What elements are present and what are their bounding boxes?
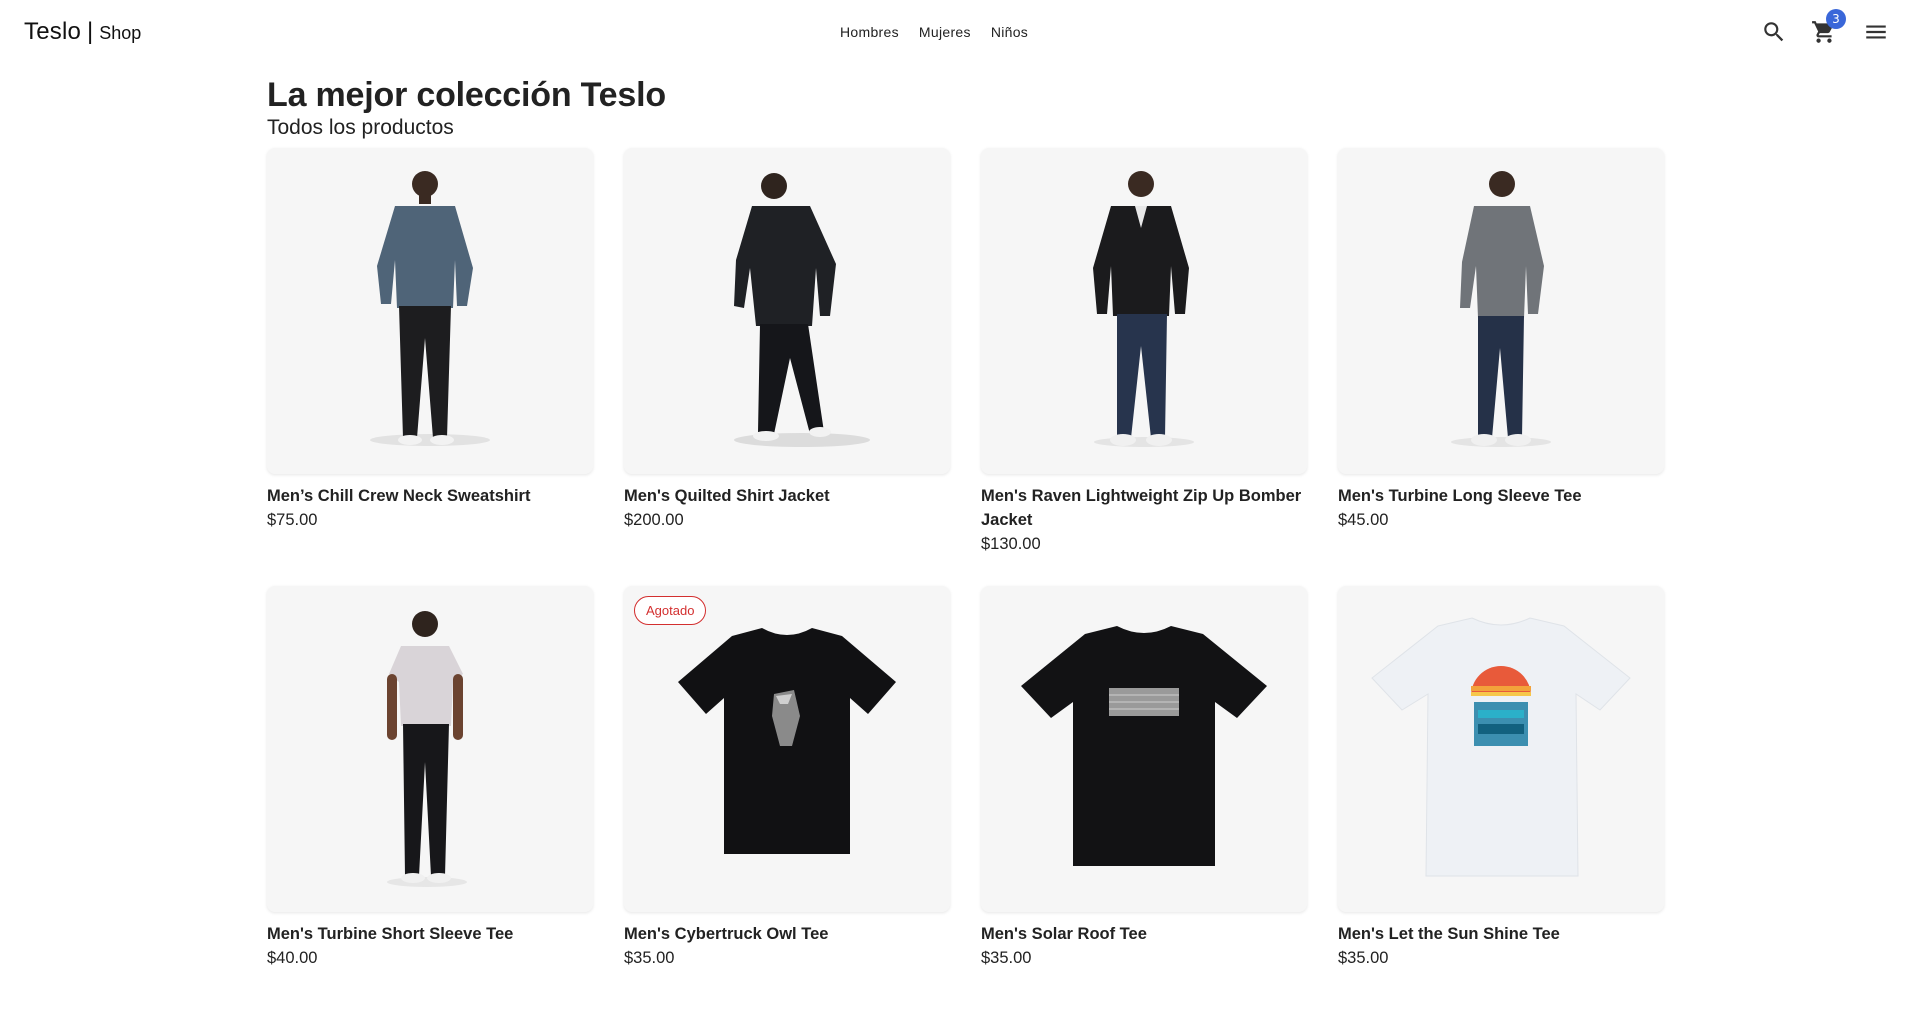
product-image[interactable] (1338, 148, 1664, 474)
cart-button[interactable]: 3 (1806, 9, 1846, 50)
sold-out-badge: Agotado (634, 596, 707, 625)
nav-link-ninos[interactable]: Niños (981, 22, 1038, 42)
nav-link-hombres[interactable]: Hombres (830, 22, 909, 42)
product-price: $130.00 (981, 535, 1041, 553)
product-card[interactable]: Men's Turbine Short Sleeve Tee $40.00 (267, 586, 593, 1024)
product-grid: Men’s Chill Crew Neck Sweatshirt $75.00 … (267, 148, 1667, 1024)
product-card[interactable]: Men's Let the Sun Shine Tee $35.00 (1338, 586, 1664, 1024)
product-card[interactable]: Agotado Men's Cybertruck Owl Tee $35.00 (624, 586, 950, 1024)
product-image[interactable] (1338, 586, 1664, 912)
top-navbar: Teslo | Shop Hombres Mujeres Niños 3 (0, 0, 1908, 64)
product-title[interactable]: Men's Cybertruck Owl Tee (624, 922, 950, 946)
product-title[interactable]: Men's Turbine Short Sleeve Tee (267, 922, 593, 946)
product-card[interactable]: Men's Solar Roof Tee $35.00 (981, 586, 1307, 1024)
search-button[interactable] (1756, 14, 1792, 50)
product-image[interactable] (267, 148, 593, 474)
nav-link-mujeres[interactable]: Mujeres (909, 22, 981, 42)
product-image[interactable] (624, 148, 950, 474)
product-price: $35.00 (1338, 949, 1389, 967)
product-price: $45.00 (1338, 511, 1389, 529)
brand-name: Teslo (24, 18, 82, 45)
product-image[interactable]: Agotado (624, 586, 950, 912)
product-price: $35.00 (624, 949, 675, 967)
white-tee-sunshine-print-image (1371, 617, 1631, 877)
model-white-short-sleeve-tee-image (387, 611, 467, 887)
menu-button[interactable] (1858, 14, 1894, 50)
product-title[interactable]: Men's Solar Roof Tee (981, 922, 1307, 946)
product-image[interactable] (267, 586, 593, 912)
product-title[interactable]: Men's Quilted Shirt Jacket (624, 484, 950, 508)
black-tee-owl-print-image (678, 628, 896, 854)
menu-icon (1866, 25, 1886, 39)
brand-suffix: Shop (99, 23, 142, 43)
page-subtitle: Todos los productos (267, 116, 454, 139)
product-card[interactable]: Men's Turbine Long Sleeve Tee $45.00 (1338, 148, 1664, 586)
product-title[interactable]: Men's Let the Sun Shine Tee (1338, 922, 1664, 946)
product-image[interactable] (981, 148, 1307, 474)
model-grey-long-sleeve-tee-image (1451, 171, 1551, 447)
brand-separator: | (87, 18, 94, 45)
model-blue-sweatshirt-image (370, 171, 490, 446)
product-price: $200.00 (624, 511, 684, 529)
product-price: $35.00 (981, 949, 1032, 967)
product-card[interactable]: Men’s Chill Crew Neck Sweatshirt $75.00 (267, 148, 593, 586)
brand-logo-link[interactable]: Teslo | Shop (24, 18, 141, 46)
product-image[interactable] (981, 586, 1307, 912)
product-title[interactable]: Men’s Chill Crew Neck Sweatshirt (267, 484, 593, 508)
product-title[interactable]: Men's Raven Lightweight Zip Up Bomber Ja… (981, 484, 1307, 532)
category-nav: Hombres Mujeres Niños (830, 22, 1038, 42)
product-title[interactable]: Men's Turbine Long Sleeve Tee (1338, 484, 1664, 508)
product-price: $40.00 (267, 949, 318, 967)
model-black-quilted-jacket-image (734, 173, 870, 447)
product-card[interactable]: Men's Quilted Shirt Jacket $200.00 (624, 148, 950, 586)
black-tee-solar-roof-print-image (1021, 626, 1267, 866)
cart-count-badge: 3 (1826, 9, 1846, 29)
model-black-bomber-jacket-image (1093, 171, 1194, 447)
product-card[interactable]: Men's Raven Lightweight Zip Up Bomber Ja… (981, 148, 1307, 586)
page-title: La mejor colección Teslo (267, 76, 666, 114)
product-price: $75.00 (267, 511, 318, 529)
search-icon (1764, 22, 1784, 42)
